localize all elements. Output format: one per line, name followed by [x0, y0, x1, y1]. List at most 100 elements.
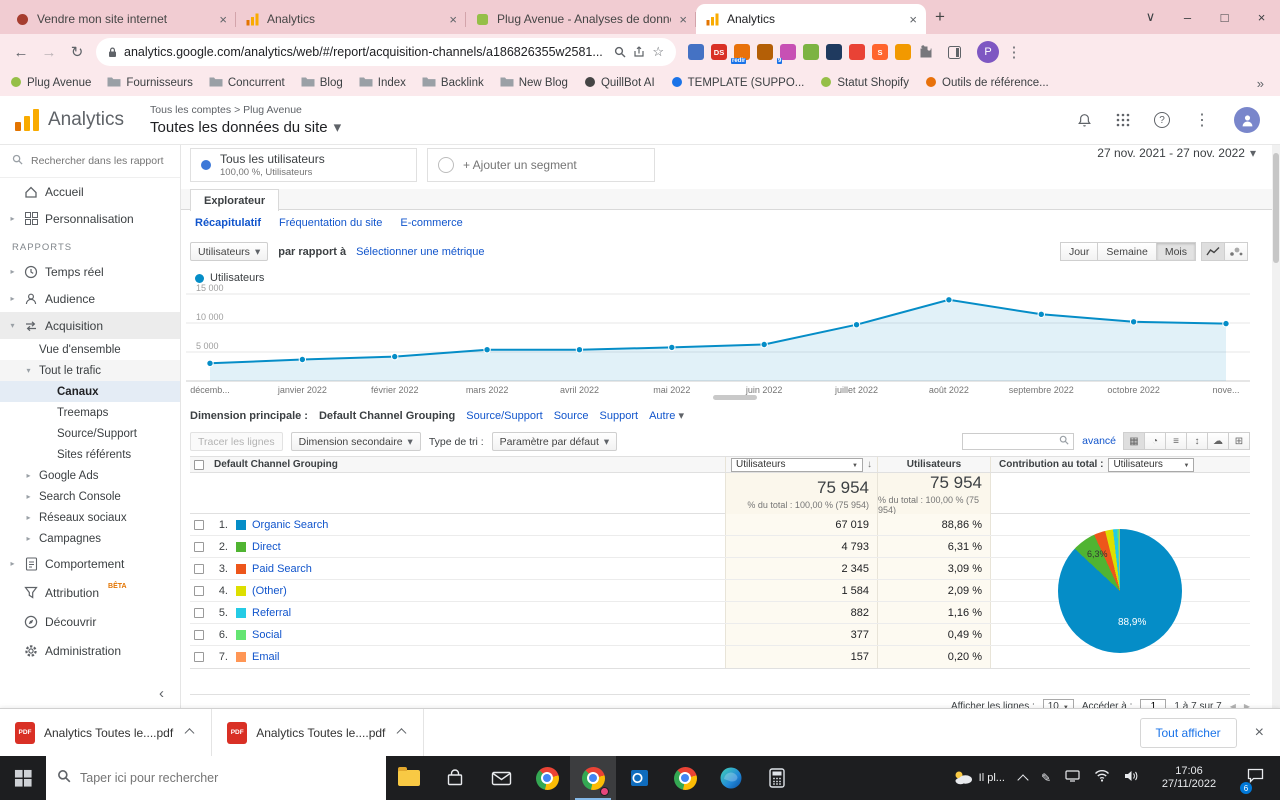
sidebar-item-accueil[interactable]: Accueil — [0, 178, 180, 205]
granularity-semaine-button[interactable]: Semaine — [1097, 242, 1157, 261]
download-chevron-icon[interactable] — [394, 726, 408, 740]
tab-close-icon[interactable] — [219, 12, 227, 27]
tab-close-icon[interactable] — [909, 12, 917, 27]
contribution-select[interactable]: Utilisateurs — [1108, 457, 1195, 472]
sort-direction-icon[interactable] — [867, 459, 872, 470]
comparison-view-icon[interactable] — [1186, 432, 1208, 450]
row-checkbox[interactable] — [194, 585, 204, 596]
bookmark-item[interactable]: Index — [359, 76, 406, 90]
table-search[interactable] — [962, 432, 1075, 450]
taskbar-search-input[interactable] — [80, 771, 350, 785]
subtab-3[interactable]: E-commerce — [400, 217, 462, 229]
extension-icon[interactable] — [757, 44, 773, 60]
bookmark-item[interactable]: Concurrent — [209, 76, 285, 90]
dimension-link[interactable]: Support — [600, 410, 639, 422]
channel-link[interactable]: Paid Search — [252, 563, 312, 575]
row-checkbox[interactable] — [194, 519, 204, 530]
row-checkbox[interactable] — [194, 652, 204, 662]
tab-close-icon[interactable] — [679, 12, 687, 27]
dimension-active[interactable]: Default Channel Grouping — [319, 410, 455, 422]
calculator-icon[interactable] — [754, 756, 800, 800]
secondary-dimension-button[interactable]: Dimension secondaire — [290, 432, 421, 451]
pen-icon[interactable] — [1041, 771, 1051, 785]
browser-tab[interactable]: Analytics — [236, 4, 466, 34]
sidebar-item-treemaps[interactable]: Treemaps — [0, 402, 180, 423]
show-all-downloads-button[interactable]: Tout afficher — [1139, 717, 1237, 748]
tab-explorer[interactable]: Explorateur — [190, 189, 280, 211]
performance-view-icon[interactable] — [1165, 432, 1187, 450]
action-center-icon[interactable]: 6 — [1240, 756, 1270, 800]
sidebar-item-google-ads[interactable]: Google Ads — [0, 465, 180, 486]
download-item[interactable]: Analytics Toutes le....pdf — [212, 708, 425, 757]
header-menu-icon[interactable] — [1194, 110, 1210, 130]
channel-link[interactable]: Social — [252, 629, 282, 641]
download-chevron-icon[interactable] — [182, 726, 196, 740]
motion-chart-button[interactable] — [1224, 242, 1248, 261]
channel-link[interactable]: Email — [252, 651, 280, 663]
extension-icon[interactable]: 9 — [777, 44, 796, 64]
sidebar-search-input[interactable] — [31, 155, 166, 167]
chrome-profile2-icon[interactable] — [662, 756, 708, 800]
chrome-active-icon[interactable] — [570, 756, 616, 800]
sort-type-button[interactable]: Paramètre par défaut — [491, 432, 618, 451]
granularity-jour-button[interactable]: Jour — [1059, 242, 1099, 261]
downloads-close-icon[interactable] — [1255, 724, 1264, 742]
bookmark-item[interactable]: Backlink — [422, 76, 484, 90]
profile-avatar[interactable]: P — [977, 41, 999, 63]
subtab-1[interactable]: Récapitulatif — [195, 217, 261, 229]
row-checkbox[interactable] — [194, 563, 204, 574]
subtab-2[interactable]: Fréquentation du site — [279, 217, 382, 229]
sidebar-item-canaux[interactable]: Canaux — [0, 381, 180, 402]
sidebar-item-search-console[interactable]: Search Console — [0, 486, 180, 507]
tab-search-icon[interactable] — [1132, 0, 1169, 34]
segment-all-users[interactable]: Tous les utilisateurs 100,00 %, Utilisat… — [190, 148, 417, 182]
sidebar-item-tout-le-trafic[interactable]: Tout le trafic — [0, 360, 180, 381]
display-icon[interactable] — [1065, 769, 1080, 787]
bookmarks-overflow-icon[interactable] — [1257, 76, 1270, 91]
help-icon[interactable] — [1154, 112, 1170, 128]
bookmark-item[interactable]: New Blog — [500, 76, 568, 90]
weather-widget[interactable]: Il pl... — [953, 769, 1005, 788]
pivot-view-icon[interactable] — [1228, 432, 1250, 450]
channel-link[interactable]: Referral — [252, 607, 291, 619]
bookmark-item[interactable]: Outils de référence... — [925, 76, 1049, 91]
sidebar-item-attribution[interactable]: Attribution BÊTA — [0, 578, 180, 607]
rows-per-page-select[interactable]: 10 — [1042, 699, 1074, 708]
taskbar-clock[interactable]: 17:06 27/11/2022 — [1152, 765, 1226, 791]
sidebar-item-r-seaux-sociaux[interactable]: Réseaux sociaux — [0, 507, 180, 528]
browser-tab[interactable]: Analytics — [696, 4, 926, 34]
advanced-link[interactable]: avancé — [1082, 435, 1116, 447]
start-button[interactable] — [0, 756, 46, 800]
window-maximize-button[interactable] — [1206, 0, 1243, 34]
bookmark-item[interactable]: QuillBot AI — [584, 76, 655, 91]
new-tab-button[interactable] — [926, 3, 954, 31]
notifications-bell-icon[interactable] — [1077, 113, 1092, 128]
dimension-more-link[interactable]: Autre — [649, 409, 684, 422]
bookmark-item[interactable]: Fournisseurs — [107, 76, 193, 90]
sidebar-item-campagnes[interactable]: Campagnes — [0, 528, 180, 549]
edge-icon[interactable] — [708, 756, 754, 800]
url-bar[interactable]: analytics.google.com/analytics/web/#/rep… — [96, 38, 676, 66]
reload-button[interactable] — [64, 39, 90, 65]
wifi-icon[interactable] — [1094, 769, 1110, 787]
chrome-icon[interactable] — [524, 756, 570, 800]
bookmark-item[interactable]: TEMPLATE (SUPPO... — [671, 76, 804, 91]
tray-expand-icon[interactable] — [1017, 773, 1029, 786]
channel-link[interactable]: Direct — [252, 541, 281, 553]
taskbar-search[interactable] — [46, 756, 386, 800]
extension-icon[interactable] — [849, 44, 865, 60]
bookmark-item[interactable]: Statut Shopify — [820, 76, 909, 91]
percentage-view-icon[interactable] — [1144, 432, 1166, 450]
channel-link[interactable]: (Other) — [252, 585, 287, 597]
sidebar-collapse-icon[interactable] — [159, 685, 164, 702]
extension-icon[interactable]: DS — [711, 44, 727, 60]
column-header-dimension[interactable]: Default Channel Grouping — [208, 457, 725, 472]
share-icon[interactable] — [633, 46, 645, 58]
microsoft-store-icon[interactable] — [432, 756, 478, 800]
row-checkbox[interactable] — [194, 541, 204, 552]
account-picker[interactable]: Tous les comptes > Plug Avenue Toutes le… — [150, 104, 341, 136]
tab-close-icon[interactable] — [449, 12, 457, 27]
metric-select-button[interactable]: Utilisateurs — [190, 242, 269, 261]
row-checkbox[interactable] — [194, 629, 204, 640]
data-view-icon[interactable] — [1123, 432, 1145, 450]
